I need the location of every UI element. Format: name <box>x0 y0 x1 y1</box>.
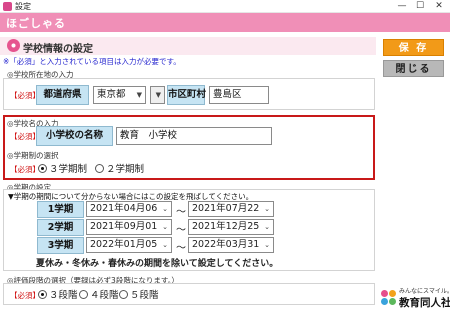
title-bar: 設定 — ☐ ✕ <box>0 0 450 13</box>
section-header: 学校情報の設定 <box>0 37 376 55</box>
radio-2-term-label: ２学期制 <box>106 164 145 175</box>
brand-name: 教育同人社 <box>399 297 450 309</box>
radio-5-level-label: ５段階 <box>130 290 159 301</box>
prefecture-select[interactable]: 東京都 ▼ <box>93 86 146 104</box>
radio-circle <box>95 163 104 173</box>
brand-tagline: みんなにスマイル。 <box>399 288 450 295</box>
prefecture-dropdown-button[interactable]: ▼ <box>150 86 165 104</box>
radio-circle-checked <box>38 163 47 173</box>
app-icon <box>3 2 12 11</box>
radio-2-term[interactable]: ２学期制 <box>95 161 144 175</box>
term2-start-date[interactable]: 2021年09月01 ⌄ <box>86 219 172 235</box>
term1-end-value: 2021年07月22 <box>192 203 260 214</box>
term3-start-value: 2022年01月05 <box>90 239 158 250</box>
minimize-button[interactable]: — <box>395 0 409 12</box>
chevron-down-icon: ⌄ <box>264 223 270 231</box>
chevron-down-icon: ⌄ <box>264 241 270 249</box>
window-title: 設定 <box>15 2 31 11</box>
radio-3-level-label: ３段階 <box>49 290 78 301</box>
close-button[interactable]: 閉じる <box>383 60 444 77</box>
school-name-input[interactable]: 教育 小学校 <box>116 127 272 145</box>
term-system-group-label: ◎学期制の選択 <box>7 151 59 160</box>
radio-3-term-label: ３学期制 <box>49 164 88 175</box>
prefecture-label: 都道府県 <box>36 85 89 105</box>
term3-tilde: ～ <box>176 243 186 254</box>
radio-circle <box>119 289 128 299</box>
radio-4-level[interactable]: ４段階 <box>79 287 119 301</box>
term2-tilde: ～ <box>176 225 186 236</box>
term3-end-date[interactable]: 2022年03月31 ⌄ <box>188 237 274 253</box>
evaluation-required: 【必須】 <box>10 291 40 300</box>
brand-mark-icon <box>381 290 397 306</box>
holiday-note: 夏休み・冬休み・春休みの期間を除いて設定してください。 <box>36 259 279 269</box>
city-input[interactable]: 豊島区 <box>209 86 269 104</box>
term-system-required: 【必須】 <box>10 165 40 174</box>
term1-tilde: ～ <box>176 207 186 218</box>
city-label: 市区町村 <box>167 85 206 105</box>
term3-label: 3学期 <box>37 237 84 254</box>
radio-3-level[interactable]: ３段階 <box>38 287 78 301</box>
chevron-down-icon: ▼ <box>136 91 142 99</box>
flower-icon <box>7 39 20 52</box>
term2-end-date[interactable]: 2021年12月25 ⌄ <box>188 219 274 235</box>
chevron-down-icon: ⌄ <box>162 205 168 213</box>
save-button[interactable]: 保 存 <box>383 39 444 56</box>
close-window-button[interactable]: ✕ <box>432 0 446 12</box>
chevron-down-icon: ▼ <box>155 91 161 99</box>
term2-start-value: 2021年09月01 <box>90 221 158 232</box>
school-name-label: 小学校の名称 <box>36 126 113 146</box>
maximize-button[interactable]: ☐ <box>413 0 427 12</box>
term3-start-date[interactable]: 2022年01月05 ⌄ <box>86 237 172 253</box>
chevron-down-icon: ⌄ <box>264 205 270 213</box>
page-title: 学校情報の設定 <box>23 44 93 55</box>
chevron-down-icon: ⌄ <box>162 223 168 231</box>
term2-end-value: 2021年12月25 <box>192 221 260 232</box>
prefecture-value: 東京都 <box>97 89 126 100</box>
radio-5-level[interactable]: ５段階 <box>119 287 159 301</box>
term3-end-value: 2022年03月31 <box>192 239 260 250</box>
radio-3-term[interactable]: ３学期制 <box>38 161 87 175</box>
term1-end-date[interactable]: 2021年07月22 ⌄ <box>188 201 274 217</box>
chevron-down-icon: ⌄ <box>162 241 168 249</box>
term1-start-value: 2021年04月06 <box>90 203 158 214</box>
term1-start-date[interactable]: 2021年04月06 ⌄ <box>86 201 172 217</box>
app-logo: ほごしゃる <box>6 17 66 30</box>
term2-label: 2学期 <box>37 219 84 236</box>
required-note: ※「必須」と入力されている項目は入力が必要です。 <box>3 57 181 66</box>
radio-circle <box>79 289 88 299</box>
radio-circle-checked <box>38 289 47 299</box>
radio-4-level-label: ４段階 <box>90 290 119 301</box>
app-banner: ほごしゃる <box>0 13 450 32</box>
term1-label: 1学期 <box>37 201 84 218</box>
brand-logo: みんなにスマイル。 教育同人社 <box>380 284 450 314</box>
